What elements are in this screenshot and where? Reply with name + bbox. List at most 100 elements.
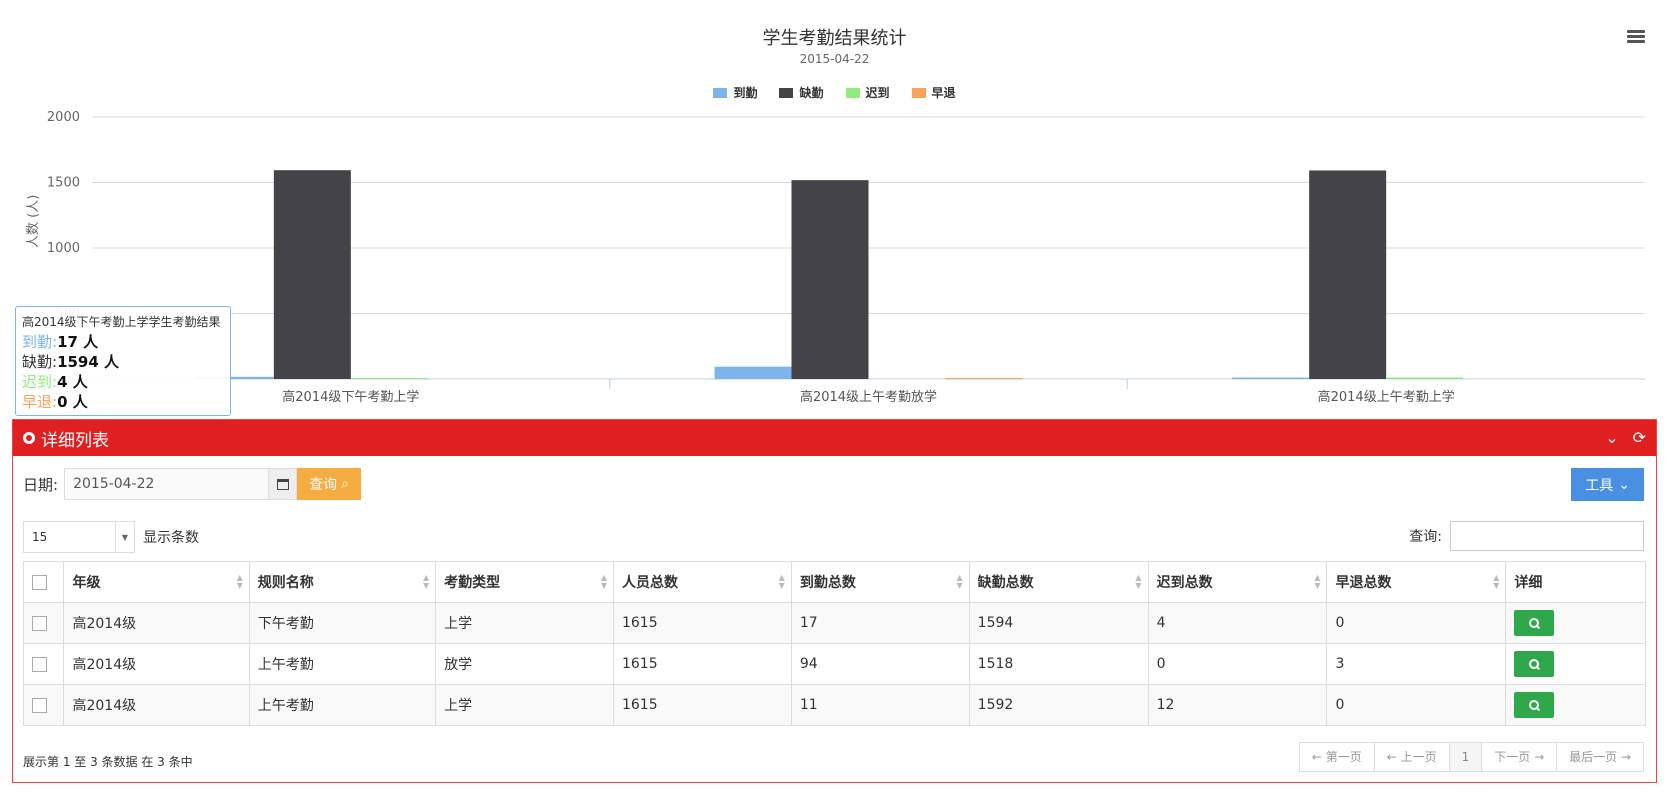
table-cell: 94	[790, 643, 970, 685]
column-header[interactable]: 迟到总数 ▲ ▼	[1147, 561, 1328, 603]
legend-label: 早退	[931, 86, 956, 100]
bar-迟到	[350, 378, 428, 379]
column-header-label: 年级	[72, 575, 101, 591]
current-page-button[interactable]: 1	[1449, 743, 1483, 771]
detail-button[interactable]	[1514, 651, 1555, 677]
table-cell: 0	[1147, 643, 1328, 685]
table-info: 展示第 1 至 3 条数据 在 3 条中	[23, 755, 193, 769]
select-all-checkbox[interactable]	[32, 574, 47, 590]
search-icon	[1529, 700, 1540, 710]
bar-早退	[945, 378, 1023, 379]
column-header-label: 人员总数	[621, 575, 678, 591]
next-page-button[interactable]: 下一页 →	[1482, 743, 1558, 771]
detail-cell	[1505, 602, 1646, 644]
search-input[interactable]	[1450, 521, 1644, 551]
column-header-label: 考勤类型	[444, 575, 501, 591]
sort-icon: ▲ ▼	[236, 573, 243, 590]
bar-缺勤	[1309, 170, 1387, 379]
table-cell: 1615	[612, 684, 792, 726]
chart-title: 学生考勤结果统计	[762, 28, 907, 49]
column-header-label: 迟到总数	[1156, 575, 1213, 591]
column-header: 详细	[1505, 561, 1646, 603]
table-cell: 1615	[612, 643, 792, 685]
row-checkbox[interactable]	[32, 697, 47, 713]
column-header-label: 规则名称	[257, 575, 314, 591]
detail-button[interactable]	[1514, 692, 1555, 718]
column-header[interactable]: 早退总数 ▲ ▼	[1326, 561, 1507, 603]
column-header[interactable]: 到勤总数 ▲ ▼	[790, 561, 970, 603]
panel-title: 详细列表	[41, 430, 109, 451]
tooltip-row-label: 早退:	[22, 393, 58, 411]
table-cell: 高2014级	[63, 684, 250, 726]
date-input[interactable]	[64, 468, 270, 500]
first-page-button[interactable]: ← 第一页	[1299, 743, 1375, 771]
search-label: 查询:	[1409, 529, 1442, 545]
sort-icon: ▲ ▼	[1493, 573, 1500, 590]
detail-button[interactable]	[1514, 610, 1555, 636]
chart-subtitle: 2015-04-22	[799, 52, 870, 66]
legend-item[interactable]: 迟到	[845, 84, 890, 101]
table-cell: 0	[1326, 684, 1507, 726]
column-header[interactable]: 人员总数 ▲ ▼	[612, 561, 792, 603]
refresh-icon[interactable]: ⟳	[1633, 428, 1646, 447]
collapse-chevron-icon[interactable]: ⌄	[1605, 428, 1618, 447]
x-tick-label: 高2014级上午考勤上学	[1318, 389, 1455, 405]
tooltip-row-label: 迟到:	[22, 373, 58, 391]
table-row: 高2014级 上午考勤 放学 1615 94 1518 0 3	[22, 643, 1646, 685]
legend-item[interactable]: 到勤	[713, 84, 757, 101]
row-checkbox[interactable]	[32, 656, 47, 672]
row-select-cell	[22, 684, 65, 726]
bar-迟到	[1386, 377, 1464, 379]
column-header-label: 早退总数	[1335, 575, 1392, 591]
attendance-chart: 0500100015002000高2014级下午考勤上学高2014级上午考勤放学…	[0, 0, 1669, 420]
table-cell: 上午考勤	[248, 643, 437, 685]
select-all-cell	[22, 561, 65, 603]
table-cell: 1592	[968, 684, 1149, 726]
column-header[interactable]: 考勤类型 ▲ ▼	[435, 561, 614, 603]
column-header-label: 缺勤总数	[977, 575, 1034, 591]
search-icon	[1529, 618, 1540, 628]
page: 0500100015002000高2014级下午考勤上学高2014级上午考勤放学…	[0, 0, 1669, 800]
hamburger-menu-icon[interactable]	[1627, 30, 1645, 44]
tooltip-row: 迟到:4 人	[22, 372, 224, 392]
legend-item[interactable]: 缺勤	[779, 84, 824, 101]
query-button[interactable]: 查询 ⌕	[297, 468, 361, 500]
table-cell: 1594	[968, 602, 1149, 644]
tools-button-label: 工具	[1585, 477, 1614, 494]
table-cell: 下午考勤	[248, 602, 437, 644]
table-row: 高2014级 下午考勤 上学 1615 17 1594 4 0	[22, 602, 1646, 644]
caret-down-icon: ▼	[115, 522, 134, 552]
tooltip-row: 缺勤:1594 人	[22, 352, 224, 372]
globe-icon	[23, 432, 35, 444]
legend-swatch	[911, 87, 926, 98]
tooltip-row-label: 到勤:	[22, 333, 58, 351]
table-cell: 上学	[435, 684, 614, 726]
tooltip-title: 高2014级下午考勤上学学生考勤结果	[22, 315, 221, 329]
column-header[interactable]: 年级 ▲ ▼	[63, 561, 250, 603]
legend-label: 缺勤	[799, 86, 824, 100]
tooltip-row-value: 17 人	[57, 333, 99, 351]
detail-cell	[1505, 684, 1646, 726]
y-tick-label: 1500	[47, 176, 80, 191]
legend-item[interactable]: 早退	[911, 84, 956, 101]
sort-icon: ▲ ▼	[778, 573, 785, 590]
sort-icon: ▲ ▼	[956, 573, 963, 590]
tooltip-row-value: 4 人	[57, 373, 88, 391]
legend-swatch	[845, 87, 860, 98]
legend-swatch	[713, 87, 728, 98]
search-icon	[1529, 659, 1540, 669]
column-header-label: 到勤总数	[799, 575, 856, 591]
row-select-cell	[22, 602, 65, 644]
column-header[interactable]: 规则名称 ▲ ▼	[248, 561, 437, 603]
tooltip-row: 早退:0 人	[22, 392, 224, 412]
bar-到勤	[714, 366, 792, 379]
prev-page-button[interactable]: ← 上一页	[1374, 743, 1450, 771]
calendar-button[interactable]	[269, 468, 298, 500]
row-checkbox[interactable]	[32, 615, 47, 631]
query-button-label: 查询	[309, 477, 338, 493]
tools-button[interactable]: 工具 ⌄	[1571, 468, 1644, 501]
column-header[interactable]: 缺勤总数 ▲ ▼	[968, 561, 1149, 603]
page-size-select[interactable]: 15 ▼	[23, 521, 135, 553]
last-page-button[interactable]: 最后一页 →	[1557, 743, 1643, 771]
table-cell: 上学	[435, 602, 614, 644]
